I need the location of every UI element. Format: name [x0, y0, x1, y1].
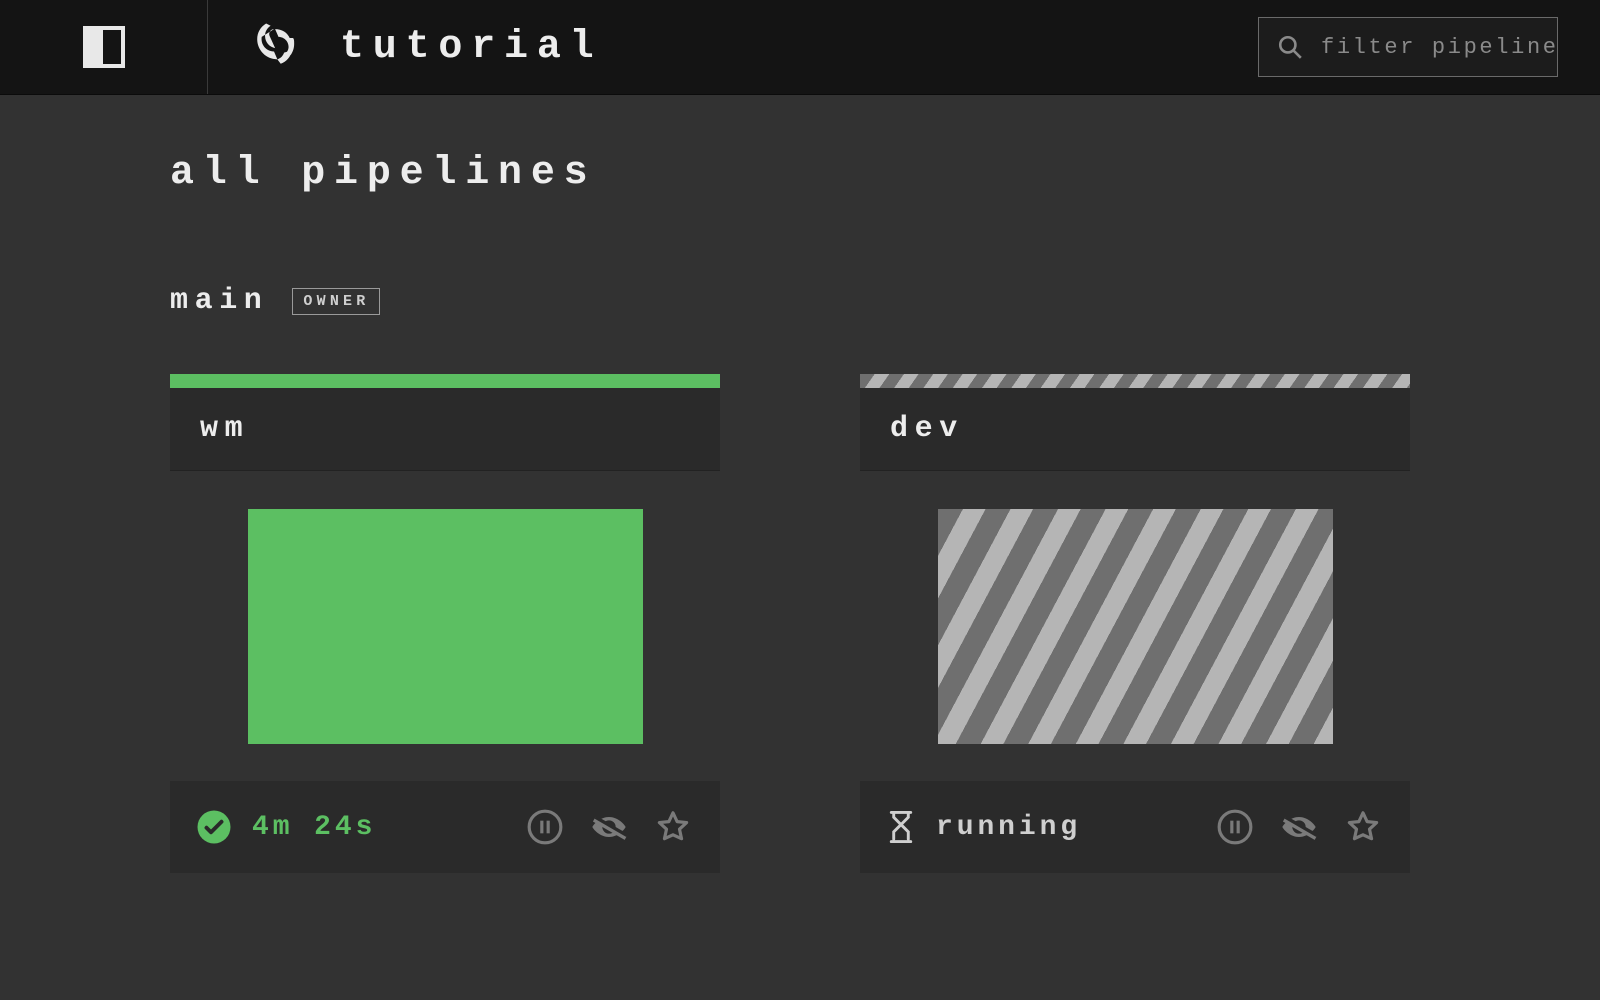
- pipeline-preview-area[interactable]: [860, 471, 1410, 781]
- pipeline-name[interactable]: dev: [860, 388, 1410, 471]
- card-actions: [1214, 806, 1384, 848]
- hide-icon[interactable]: [588, 806, 630, 848]
- hourglass-icon: [886, 810, 916, 844]
- pipeline-card[interactable]: wm 4m 24s: [170, 374, 720, 873]
- status-group: 4m 24s: [196, 809, 502, 845]
- pipeline-cards: wm 4m 24s: [170, 374, 1430, 873]
- team-name[interactable]: main: [170, 284, 268, 318]
- pause-button[interactable]: [524, 806, 566, 848]
- page-title: all pipelines: [170, 151, 1430, 196]
- hide-icon[interactable]: [1278, 806, 1320, 848]
- sidebar-toggle-cell: [0, 0, 208, 94]
- search-box[interactable]: [1258, 17, 1558, 77]
- status-stripe: [170, 374, 720, 388]
- team-header: main OWNER: [170, 284, 1430, 318]
- check-circle-icon: [196, 809, 232, 845]
- pause-button[interactable]: [1214, 806, 1256, 848]
- concourse-logo-icon[interactable]: [246, 19, 302, 75]
- search-icon: [1277, 34, 1303, 60]
- job-preview-block: [248, 509, 643, 744]
- pipeline-name[interactable]: wm: [170, 388, 720, 471]
- pipeline-preview-area[interactable]: [170, 471, 720, 781]
- app-title[interactable]: tutorial: [340, 25, 602, 70]
- top-bar: tutorial: [0, 0, 1600, 95]
- search-input[interactable]: [1321, 35, 1599, 60]
- owner-badge: OWNER: [292, 288, 380, 315]
- sidebar-toggle-icon[interactable]: [83, 26, 125, 68]
- star-icon[interactable]: [652, 806, 694, 848]
- pipeline-card[interactable]: dev running: [860, 374, 1410, 873]
- status-text: 4m 24s: [252, 812, 376, 843]
- status-stripe: [860, 374, 1410, 388]
- status-group: running: [886, 810, 1192, 844]
- logo-title-group: tutorial: [208, 19, 1258, 75]
- card-actions: [524, 806, 694, 848]
- main-content: all pipelines main OWNER wm 4m: [0, 95, 1600, 929]
- status-text: running: [936, 812, 1081, 843]
- pipeline-footer: 4m 24s: [170, 781, 720, 873]
- job-preview-block: [938, 509, 1333, 744]
- pipeline-footer: running: [860, 781, 1410, 873]
- star-icon[interactable]: [1342, 806, 1384, 848]
